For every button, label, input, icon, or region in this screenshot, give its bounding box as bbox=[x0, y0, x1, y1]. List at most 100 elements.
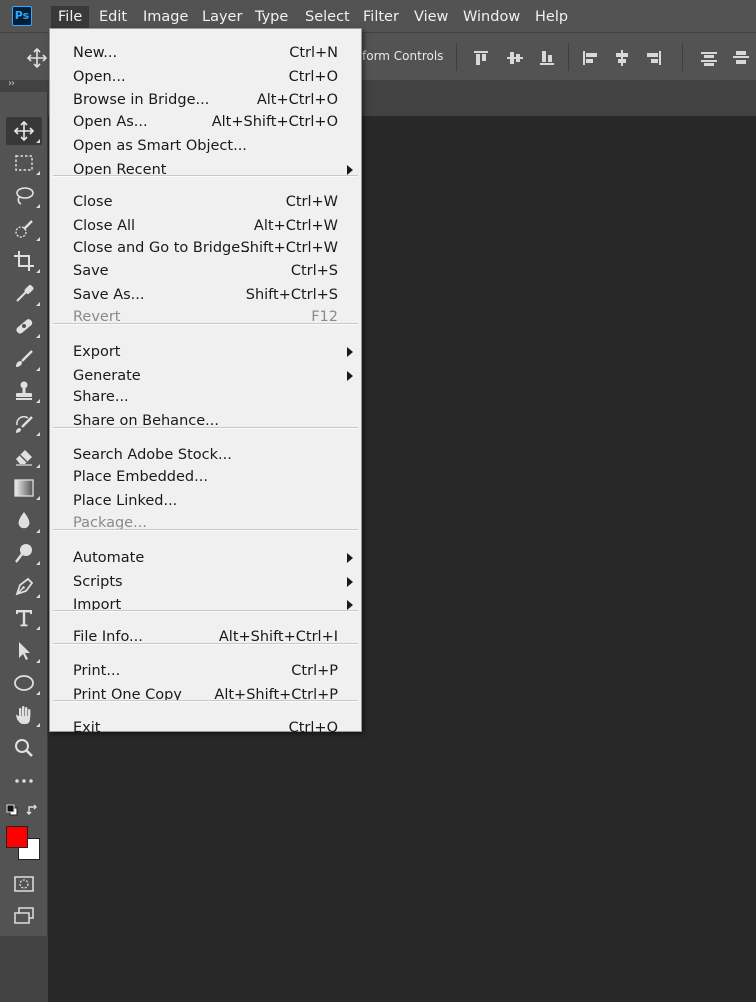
menu-item-import[interactable]: Import bbox=[50, 594, 361, 616]
menu-item-shortcut: Ctrl+S bbox=[290, 263, 338, 279]
menu-item-label: Save As... bbox=[73, 287, 145, 303]
show-transform-controls-label[interactable]: form Controls bbox=[362, 49, 443, 63]
brush-icon bbox=[16, 350, 33, 367]
menu-item-shortcut: Ctrl+Q bbox=[288, 720, 338, 736]
menu-item-new[interactable]: New... Ctrl+N bbox=[50, 42, 361, 64]
more-dots-icon bbox=[15, 779, 33, 783]
menu-item-open-recent[interactable]: Open Recent bbox=[50, 159, 361, 181]
menu-item-label: Close and Go to Bridge... bbox=[73, 240, 254, 256]
menu-separator bbox=[53, 427, 358, 429]
quick-mask-icon bbox=[14, 876, 34, 892]
menu-type[interactable]: Type bbox=[248, 6, 295, 28]
rectangular-marquee-tool[interactable] bbox=[6, 149, 42, 177]
lasso-tool[interactable] bbox=[6, 182, 42, 210]
menu-item-close-and-go-to-bridge[interactable]: Close and Go to Bridge... Shift+Ctrl+W bbox=[50, 237, 361, 259]
menu-item-open-as-smart-object[interactable]: Open as Smart Object... bbox=[50, 135, 361, 157]
drop-icon bbox=[18, 512, 30, 529]
menu-window[interactable]: Window bbox=[456, 6, 527, 28]
left-panel-strip bbox=[0, 936, 48, 1002]
menu-view[interactable]: View bbox=[407, 6, 455, 28]
edit-toolbar-button[interactable] bbox=[6, 767, 42, 795]
options-separator bbox=[568, 43, 569, 71]
menu-filter[interactable]: Filter bbox=[356, 6, 406, 28]
align-right-edges-icon[interactable] bbox=[645, 49, 663, 67]
gradient-tool[interactable] bbox=[6, 474, 42, 502]
menu-item-label: Automate bbox=[73, 550, 145, 566]
menu-item-close[interactable]: Close Ctrl+W bbox=[50, 191, 361, 213]
menu-item-shortcut: Alt+Ctrl+O bbox=[256, 92, 338, 108]
menu-item-place-embedded[interactable]: Place Embedded... bbox=[50, 466, 361, 488]
clone-stamp-tool[interactable] bbox=[6, 377, 42, 405]
menu-item-share[interactable]: Share... bbox=[50, 386, 361, 408]
menu-item-print[interactable]: Print... Ctrl+P bbox=[50, 660, 361, 682]
menu-item-label: Open As... bbox=[73, 114, 148, 130]
menu-item-save[interactable]: Save Ctrl+S bbox=[50, 260, 361, 282]
menu-item-save-as[interactable]: Save As... Shift+Ctrl+S bbox=[50, 284, 361, 306]
quick-selection-tool[interactable] bbox=[6, 215, 42, 243]
menu-item-shortcut: Ctrl+O bbox=[288, 69, 338, 85]
align-bottom-edges-icon[interactable] bbox=[538, 49, 556, 67]
menu-layer[interactable]: Layer bbox=[195, 6, 249, 28]
menu-edit[interactable]: Edit bbox=[92, 6, 134, 28]
crop-tool[interactable] bbox=[6, 247, 42, 275]
options-separator bbox=[456, 43, 457, 71]
dodge-tool[interactable] bbox=[6, 539, 42, 567]
distribute-top-edges-icon[interactable] bbox=[700, 49, 718, 67]
menu-item-automate[interactable]: Automate bbox=[50, 547, 361, 569]
menu-item-open-as[interactable]: Open As... Alt+Shift+Ctrl+O bbox=[50, 111, 361, 133]
menu-select[interactable]: Select bbox=[298, 6, 357, 28]
menu-item-browse-in-bridge[interactable]: Browse in Bridge... Alt+Ctrl+O bbox=[50, 89, 361, 111]
magnifier-icon bbox=[15, 739, 33, 757]
eyedropper-tool[interactable] bbox=[6, 280, 42, 308]
align-vertical-centers-icon[interactable] bbox=[506, 49, 524, 67]
distribute-vertical-centers-icon[interactable] bbox=[732, 49, 750, 67]
menu-image[interactable]: Image bbox=[136, 6, 195, 28]
menu-item-label: Open as Smart Object... bbox=[73, 138, 247, 154]
swap-colors-icon[interactable] bbox=[26, 803, 40, 817]
menu-file[interactable]: File bbox=[51, 6, 90, 28]
default-colors-icon[interactable] bbox=[6, 804, 18, 816]
menu-item-label: Exit bbox=[73, 720, 101, 736]
align-left-edges-icon[interactable] bbox=[581, 49, 599, 67]
eyedropper-icon bbox=[16, 285, 34, 302]
tools-panel-grip[interactable]: ›› bbox=[0, 78, 48, 92]
menu-item-open[interactable]: Open... Ctrl+O bbox=[50, 66, 361, 88]
brush-tool[interactable] bbox=[6, 345, 42, 373]
menu-item-close-all[interactable]: Close All Alt+Ctrl+W bbox=[50, 215, 361, 237]
align-top-edges-icon[interactable] bbox=[472, 49, 490, 67]
menu-item-export[interactable]: Export bbox=[50, 341, 361, 363]
eraser-tool[interactable] bbox=[6, 442, 42, 470]
path-selection-tool[interactable] bbox=[6, 637, 42, 665]
hand-tool[interactable] bbox=[6, 701, 42, 729]
tools-panel bbox=[0, 92, 48, 936]
move-tool[interactable] bbox=[6, 117, 42, 145]
menu-item-search-adobe-stock[interactable]: Search Adobe Stock... bbox=[50, 444, 361, 466]
ellipse-tool[interactable] bbox=[6, 669, 42, 697]
align-horizontal-centers-icon[interactable] bbox=[613, 49, 631, 67]
history-brush-tool[interactable] bbox=[6, 410, 42, 438]
menu-item-generate[interactable]: Generate bbox=[50, 365, 361, 387]
move-icon[interactable] bbox=[26, 47, 48, 69]
menu-item-exit[interactable]: Exit Ctrl+Q bbox=[50, 717, 361, 739]
collapse-panel-icon[interactable]: ›› bbox=[8, 78, 15, 89]
type-tool[interactable] bbox=[6, 604, 42, 632]
foreground-color-swatch[interactable] bbox=[6, 826, 28, 848]
screen-mode-button[interactable] bbox=[6, 902, 42, 930]
menu-help[interactable]: Help bbox=[528, 6, 575, 28]
eraser-icon bbox=[16, 450, 32, 466]
menu-item-shortcut: Shift+Ctrl+S bbox=[245, 287, 338, 303]
menu-item-scripts[interactable]: Scripts bbox=[50, 571, 361, 593]
menu-separator bbox=[53, 700, 358, 702]
menu-item-place-linked[interactable]: Place Linked... bbox=[50, 490, 361, 512]
pen-tool[interactable] bbox=[6, 572, 42, 600]
blur-tool[interactable] bbox=[6, 507, 42, 535]
spot-healing-brush-tool[interactable] bbox=[6, 312, 42, 340]
zoom-tool[interactable] bbox=[6, 734, 42, 762]
menu-item-shortcut: Ctrl+N bbox=[289, 45, 338, 61]
file-menu-dropdown: New... Ctrl+N Open... Ctrl+O Browse in Bridg… bbox=[49, 28, 362, 736]
menu-item-shortcut: Shift+Ctrl+W bbox=[240, 240, 338, 256]
quick-mask-button[interactable] bbox=[6, 870, 42, 898]
menu-item-label: Search Adobe Stock... bbox=[73, 447, 232, 463]
menu-separator bbox=[53, 175, 358, 177]
menu-item-print-one-copy[interactable]: Print One Copy Alt+Shift+Ctrl+P bbox=[50, 684, 361, 706]
